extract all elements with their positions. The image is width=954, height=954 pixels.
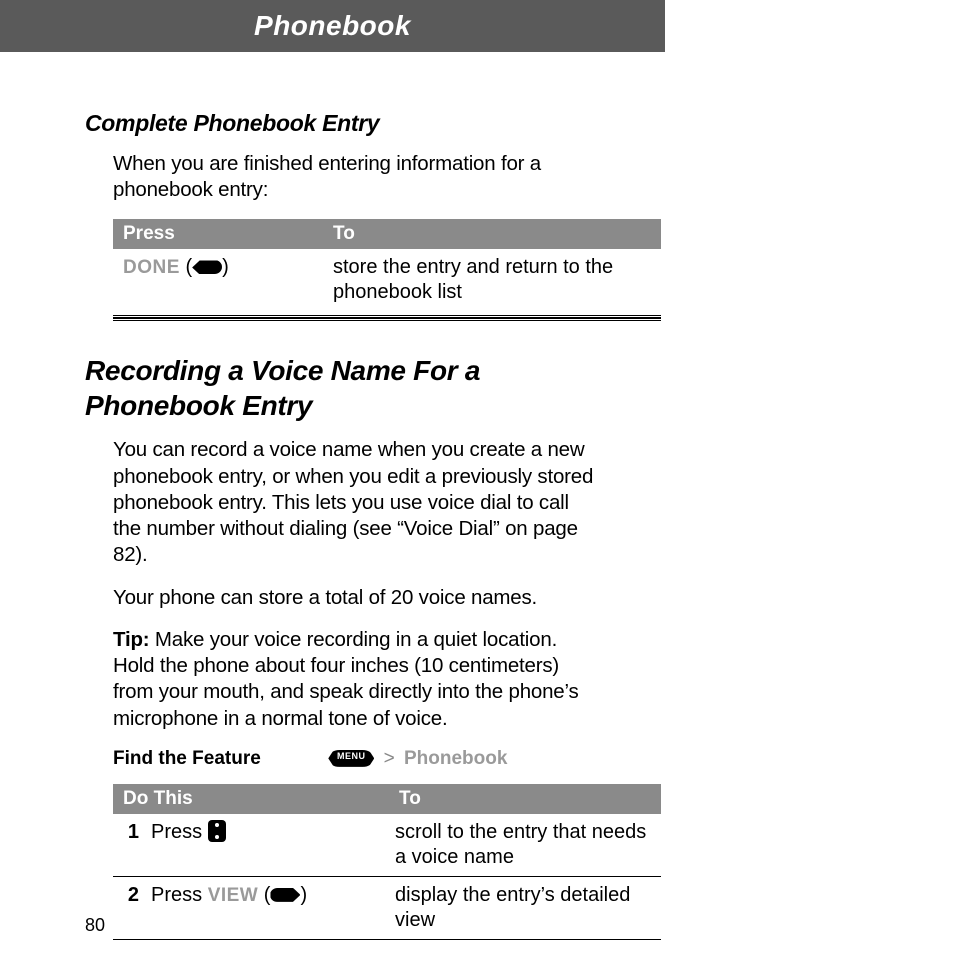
section-complete-entry-title: Complete Phonebook Entry <box>85 110 595 137</box>
table2-header-to: To <box>389 784 661 814</box>
table2-header-dothis: Do This <box>113 784 389 814</box>
table1-bottom-rule <box>113 318 661 321</box>
paren-close: ) <box>300 884 307 906</box>
section2-p2: Your phone can store a total of 20 voice… <box>113 585 595 611</box>
section1-intro: When you are finished entering informati… <box>113 151 595 203</box>
table1-header-press: Press <box>113 219 323 249</box>
paren-close: ) <box>222 256 229 278</box>
softkey-right-icon <box>270 888 300 902</box>
section2-p1: You can record a voice name when you cre… <box>113 437 595 568</box>
press-word: Press <box>151 884 208 906</box>
section2-tip: Tip: Make your voice recording in a quie… <box>113 627 595 732</box>
do-this-to-table: Do This To 1 Press scroll to the entry t… <box>113 784 661 940</box>
page-number: 80 <box>85 915 105 936</box>
press-to-table: Press To DONE () store the entry and ret… <box>113 219 661 318</box>
breadcrumb-separator: > <box>380 748 399 769</box>
done-softkey-label: DONE <box>123 257 180 278</box>
press-word: Press <box>151 821 208 843</box>
paren-open: ( <box>180 256 192 278</box>
scroll-key-icon <box>208 820 226 842</box>
breadcrumb-phonebook: Phonebook <box>404 748 507 769</box>
step-number: 2 <box>113 876 145 939</box>
chapter-header: Phonebook <box>0 0 665 52</box>
step2-action: Press VIEW () <box>145 876 389 939</box>
step2-to: display the entry’s detailed view <box>389 876 661 939</box>
menu-key-icon <box>328 750 374 767</box>
table-row: 1 Press scroll to the entry that needs a… <box>113 814 661 877</box>
find-feature-label: Find the Feature <box>113 748 323 770</box>
table1-row1-to: store the entry and return to the phoneb… <box>323 249 661 317</box>
paren-open: ( <box>258 884 270 906</box>
step-number: 1 <box>113 814 145 877</box>
view-softkey-label: VIEW <box>208 885 259 906</box>
section-recording-title: Recording a Voice Name For a Phonebook E… <box>85 353 595 423</box>
tip-label: Tip: <box>113 628 149 651</box>
chapter-title: Phonebook <box>254 10 411 42</box>
step1-action: Press <box>145 814 389 877</box>
table1-header-to: To <box>323 219 661 249</box>
find-the-feature: Find the Feature > Phonebook <box>113 748 595 770</box>
softkey-left-icon <box>192 260 222 274</box>
table-row: DONE () store the entry and return to th… <box>113 249 661 317</box>
tip-body: Make your voice recording in a quiet loc… <box>113 628 579 730</box>
page-content: Complete Phonebook Entry When you are fi… <box>0 52 680 940</box>
step1-to: scroll to the entry that needs a voice n… <box>389 814 661 877</box>
table-row: 2 Press VIEW () display the entry’s deta… <box>113 876 661 939</box>
